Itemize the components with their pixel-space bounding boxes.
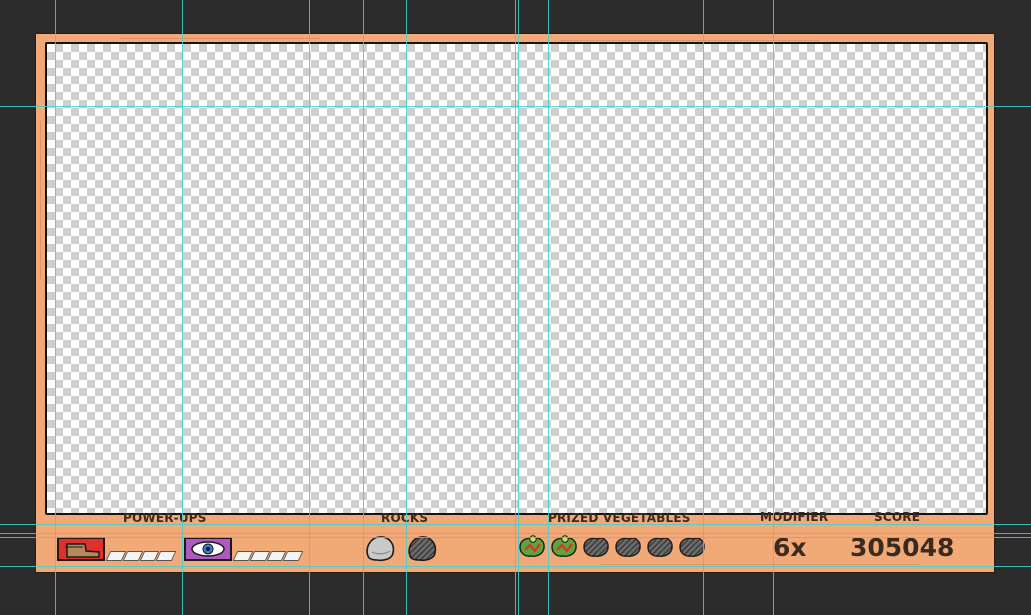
eye-charge-meter (232, 551, 304, 561)
rocks-label: ROCKS (381, 511, 429, 525)
guide-vertical (773, 0, 774, 615)
game-canvas[interactable] (45, 42, 988, 515)
guide-horizontal (0, 566, 1031, 567)
guide-vertical (182, 0, 183, 615)
score-label: SCORE (874, 510, 921, 524)
rock-used-icon (408, 536, 437, 562)
guide-vertical (406, 0, 407, 615)
rock-icon (366, 536, 395, 562)
guide-horizontal (0, 533, 1031, 534)
guide-vertical (55, 0, 56, 615)
modifier-label: MODIFIER (760, 510, 829, 524)
boot-icon[interactable] (57, 537, 105, 561)
guide-vertical (703, 0, 704, 615)
guide-vertical (363, 0, 364, 615)
guide-vertical (518, 0, 519, 615)
guide-horizontal (0, 106, 1031, 107)
guide-horizontal (0, 524, 1031, 525)
guide-vertical (548, 0, 549, 615)
guide-vertical (515, 0, 516, 615)
eye-icon[interactable] (184, 537, 232, 561)
vegetables-label: PRIZED VEGETABLES (548, 511, 691, 525)
guide-vertical (309, 0, 310, 615)
guide-horizontal (0, 537, 1031, 538)
boot-charge-meter (105, 551, 177, 561)
powerups-label: POWER-UPS (123, 511, 207, 525)
